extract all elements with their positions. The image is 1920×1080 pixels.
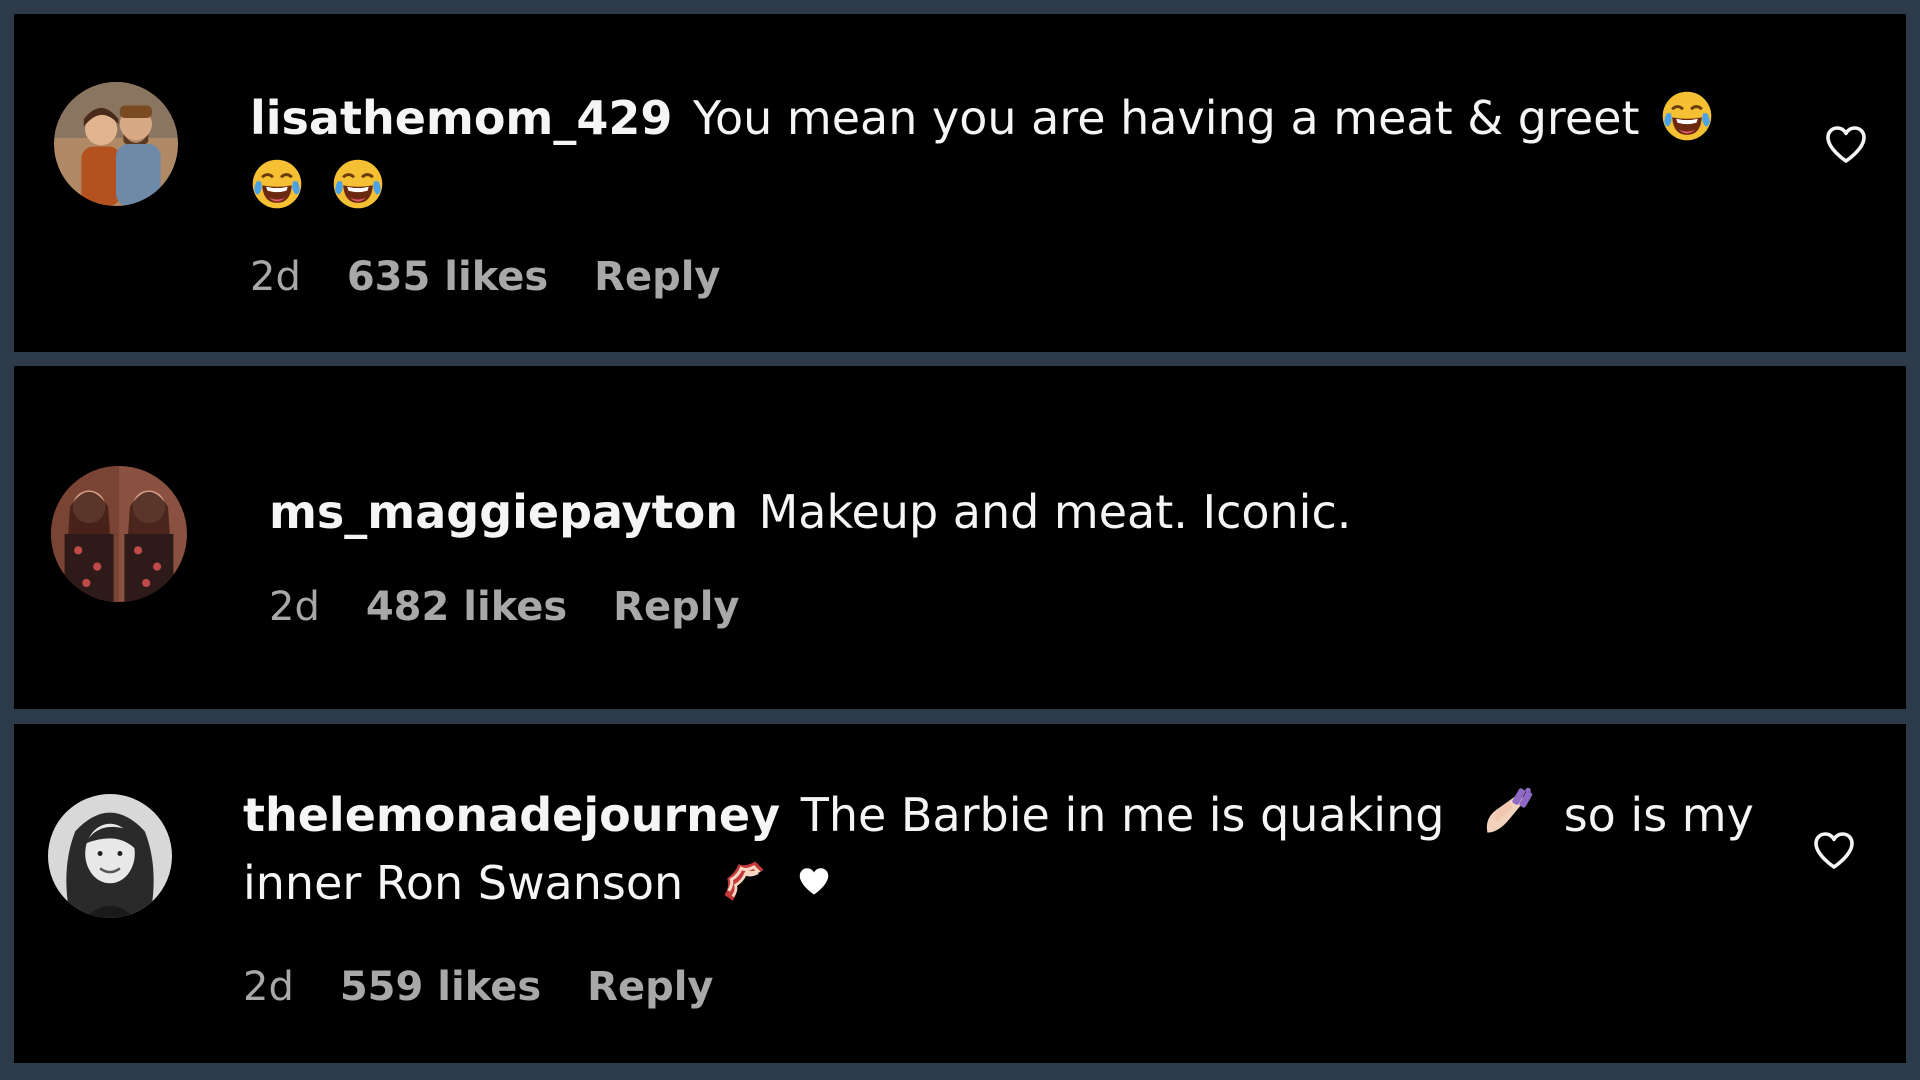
white-heart-icon: [796, 863, 832, 899]
comment-username[interactable]: thelemonadejourney: [243, 788, 780, 842]
face-with-tears-of-joy-icon: [331, 157, 385, 211]
comment-username[interactable]: lisathemom_429: [250, 91, 672, 145]
comment-body: ms_maggiepayton Makeup and meat. Iconic.: [269, 478, 1789, 546]
comment-item: lisathemom_429 You mean you are having a…: [14, 14, 1906, 352]
heart-outline-icon[interactable]: [1822, 120, 1870, 168]
bacon-icon: [716, 853, 772, 909]
comments-screenshot: lisathemom_429 You mean you are having a…: [0, 0, 1920, 1080]
heart-outline-icon[interactable]: [1810, 826, 1858, 874]
comment-time: 2d: [243, 964, 294, 1010]
comment-likes[interactable]: 559 likes: [340, 964, 541, 1010]
nail-polish-icon: [1479, 785, 1535, 841]
comment-likes[interactable]: 482 likes: [366, 584, 567, 630]
comment-item: ms_maggiepayton Makeup and meat. Iconic.…: [14, 366, 1906, 709]
comment-meta: 2d 482 likes Reply: [269, 584, 740, 630]
avatar[interactable]: [51, 466, 187, 602]
comment-item: thelemonadejourney The Barbie in me is q…: [14, 724, 1906, 1063]
comment-likes[interactable]: 635 likes: [347, 254, 548, 300]
avatar[interactable]: [54, 82, 178, 206]
comment-username[interactable]: ms_maggiepayton: [269, 485, 738, 539]
avatar[interactable]: [48, 794, 172, 918]
comment-time: 2d: [269, 584, 320, 630]
comment-body: lisathemom_429 You mean you are having a…: [250, 84, 1770, 220]
comment-text: You mean you are having a meat & greet: [693, 91, 1640, 145]
comment-meta: 2d 635 likes Reply: [250, 254, 721, 300]
reply-button[interactable]: Reply: [587, 964, 713, 1010]
comment-meta: 2d 559 likes Reply: [243, 964, 714, 1010]
face-with-tears-of-joy-icon: [250, 157, 304, 211]
comment-text: Makeup and meat. Iconic.: [758, 485, 1352, 539]
comment-text-part1: The Barbie in me is quaking: [800, 788, 1445, 842]
reply-button[interactable]: Reply: [594, 254, 720, 300]
comment-body: thelemonadejourney The Barbie in me is q…: [243, 781, 1763, 917]
reply-button[interactable]: Reply: [613, 584, 739, 630]
comment-time: 2d: [250, 254, 301, 300]
face-with-tears-of-joy-icon: [1660, 89, 1714, 143]
